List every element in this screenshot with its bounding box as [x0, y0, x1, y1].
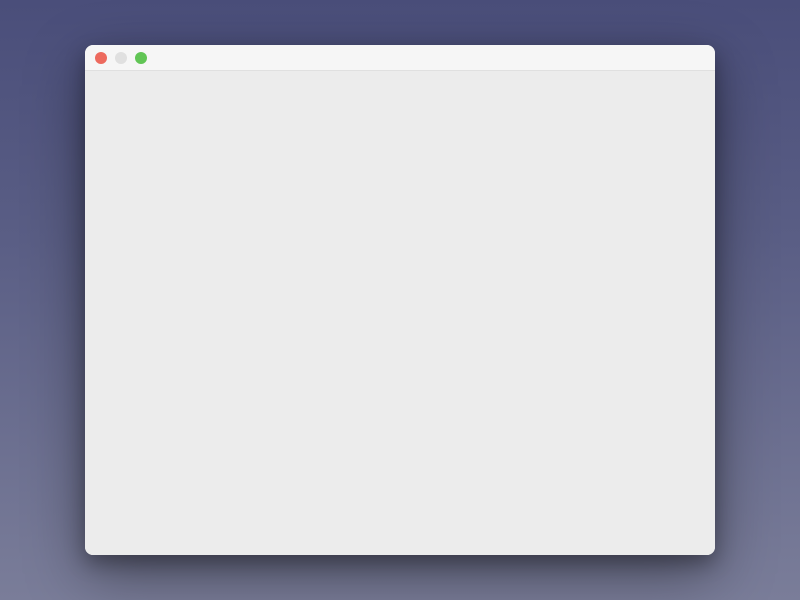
- application-window: [85, 45, 715, 555]
- minimize-button[interactable]: [115, 52, 127, 64]
- window-content-area: [85, 71, 715, 555]
- maximize-button[interactable]: [135, 52, 147, 64]
- window-titlebar[interactable]: [85, 45, 715, 71]
- close-button[interactable]: [95, 52, 107, 64]
